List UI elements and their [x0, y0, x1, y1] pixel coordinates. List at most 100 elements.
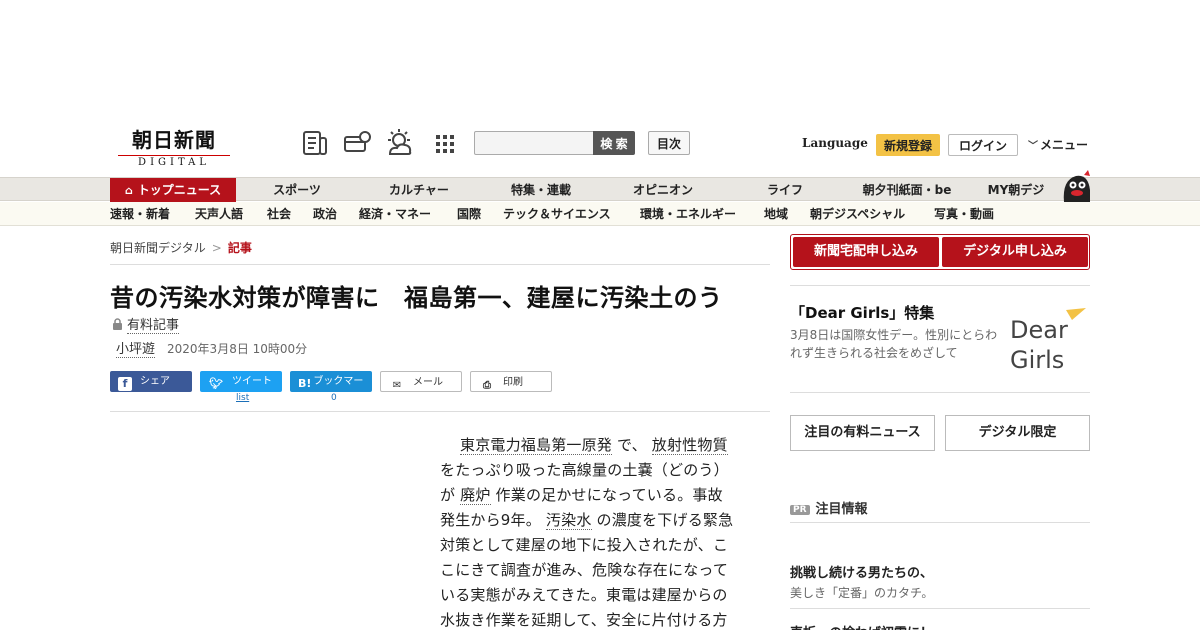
body-line: をたっぷり吸った高線量の土嚢（どのう）: [440, 461, 729, 479]
body-text: の濃度を下げる緊急: [591, 511, 734, 529]
dear-girls-description[interactable]: 3月8日は国際女性デー。性別にとらわれず生きられる社会をめざして: [790, 326, 1002, 362]
breadcrumb: 朝日新聞デジタル > 記事: [110, 239, 252, 256]
body-text: が: [440, 486, 461, 504]
facebook-share-label: シェア: [140, 376, 170, 387]
hatena-count[interactable]: 0: [331, 393, 337, 403]
login-button[interactable]: ログイン: [948, 134, 1018, 156]
site-logo[interactable]: 朝日新聞 DIGITAL: [118, 124, 230, 168]
dear-girls-logo-text: Girls: [1010, 346, 1064, 374]
logo-main: 朝日新聞: [132, 128, 216, 152]
subscribe-paper-button[interactable]: 新聞宅配申し込み: [793, 237, 939, 267]
ticket-icon[interactable]: [342, 128, 372, 158]
publish-date: 2020年3月8日 10時00分: [167, 342, 308, 356]
nav2-item-tech-science[interactable]: テック＆サイエンス: [503, 202, 611, 226]
dear-girls-logo-text: Dear: [1010, 316, 1068, 344]
menu-button[interactable]: ﹀ メニュー: [1028, 136, 1088, 153]
nav2-item-photo-video[interactable]: 写真・動画: [934, 202, 994, 226]
body-line: こにきて調査が進み、危険な存在になって: [440, 561, 729, 579]
link-decommissioning[interactable]: 廃炉: [460, 486, 491, 505]
paid-article-text[interactable]: 有料記事: [127, 318, 180, 334]
link-contaminated-water[interactable]: 汚染水: [545, 511, 592, 530]
pr-badge: PR: [790, 505, 810, 515]
breadcrumb-separator: >: [211, 241, 222, 255]
breadcrumb-current: 記事: [227, 241, 252, 255]
digital-only-button[interactable]: デジタル限定: [945, 415, 1090, 451]
nav-item-top-news[interactable]: ⌂ トップニュース: [110, 178, 236, 202]
nav-item-features[interactable]: 特集・連載: [502, 178, 580, 202]
body-text: 作業の足かせになっている。事故: [490, 486, 723, 504]
divider: [790, 392, 1090, 393]
twitter-share-button[interactable]: 🐦︎ ツイート: [200, 371, 282, 392]
article-title: 昔の汚染水対策が障害に 福島第一、建屋に汚染土のう: [110, 284, 723, 312]
author-link[interactable]: 小坪遊: [116, 342, 156, 358]
link-radioactive-material[interactable]: 放射性物質: [651, 436, 728, 455]
nav-item-sports[interactable]: スポーツ: [262, 178, 332, 202]
nav2-item-society[interactable]: 社会: [267, 202, 291, 226]
lock-icon: [113, 318, 122, 330]
nav2-item-tensei-jingo[interactable]: 天声人語: [195, 202, 243, 226]
body-text: で、: [612, 436, 652, 454]
weather-icon[interactable]: [384, 128, 414, 158]
paid-article-label: 有料記事: [112, 314, 180, 334]
pr-heading-label: 注目情報: [815, 502, 868, 517]
pr-heading: PR 注目情報: [790, 498, 868, 517]
nav-item-culture[interactable]: カルチャー: [380, 178, 458, 202]
body-line: 対策として建屋の地下に投入されたが、こ: [440, 536, 729, 554]
nav-item-opinion[interactable]: オピニオン: [624, 178, 702, 202]
nav2-item-politics[interactable]: 政治: [313, 202, 337, 226]
nav-item-label: トップニュース: [137, 183, 222, 197]
primary-nav: ⌂ トップニュース スポーツ カルチャー 特集・連載 オピニオン ライフ 朝夕刊紙…: [0, 177, 1200, 202]
body-line: 水抜き作業を延期して、安全に片付ける方: [440, 611, 728, 629]
body-text: 発生から9年。: [440, 511, 546, 529]
grid-icon[interactable]: [430, 128, 460, 158]
nav2-item-international[interactable]: 国際: [457, 202, 481, 226]
menu-label: メニュー: [1040, 138, 1089, 152]
nav-item-newspaper[interactable]: 朝夕刊紙面・be: [854, 178, 960, 202]
body-line: いる実態がみえてきた。東電は建屋からの: [440, 586, 728, 604]
nav2-item-special[interactable]: 朝デジスペシャル: [810, 202, 905, 226]
search-input[interactable]: [474, 131, 594, 155]
divider: [790, 522, 1090, 523]
search-button[interactable]: 検 索: [593, 131, 635, 155]
divider: [790, 285, 1090, 286]
nav2-item-breaking[interactable]: 速報・新着: [110, 202, 170, 226]
divider: [110, 411, 770, 412]
language-link[interactable]: Language: [802, 136, 868, 150]
chevron-down-icon: ﹀: [1028, 141, 1038, 152]
mail-share-button[interactable]: ✉ メール: [380, 371, 462, 392]
twitter-share-label: ツイート: [232, 376, 272, 387]
pr-item-next[interactable]: 車折・の捨わば初雷に！: [790, 622, 933, 630]
twitter-count-link[interactable]: list: [236, 393, 249, 403]
dear-girls-title[interactable]: 「Dear Girls」特集: [790, 302, 934, 323]
logo-sub: DIGITAL: [118, 155, 230, 168]
link-fukushima-daiichi[interactable]: 東京電力福島第一原発: [460, 436, 613, 455]
mascot-icon[interactable]: [1058, 170, 1092, 202]
mail-icon: ✉: [392, 380, 402, 391]
mail-share-label: メール: [413, 377, 443, 388]
divider: [790, 608, 1090, 609]
facebook-icon: f: [118, 377, 132, 391]
nav-item-my-asahi[interactable]: MY朝デジ: [982, 178, 1050, 202]
twitter-icon: 🐦︎: [209, 377, 223, 390]
article-body: 東京電力福島第一原発 で、 放射性物質 をたっぷり吸った高線量の土嚢（どのう） …: [440, 433, 746, 630]
newspaper-icon[interactable]: [300, 128, 330, 158]
nav2-item-economy[interactable]: 経済・マネー: [359, 202, 431, 226]
print-button[interactable]: ⎙ 印刷: [470, 371, 552, 392]
paid-news-button[interactable]: 注目の有料ニュース: [790, 415, 935, 451]
dear-girls-logo[interactable]: Dear Girls: [1006, 306, 1090, 376]
secondary-nav: 速報・新着 天声人語 社会 政治 経済・マネー 国際 テック＆サイエンス 環境・…: [0, 202, 1200, 226]
pr-item-title[interactable]: 挑戦し続ける男たちの、: [790, 562, 933, 581]
nav2-item-region[interactable]: 地域: [764, 202, 788, 226]
nav-item-life[interactable]: ライフ: [756, 178, 814, 202]
printer-icon: ⎙: [483, 380, 491, 391]
pr-item-subtitle[interactable]: 美しき「定番」のカタチ。: [790, 584, 933, 601]
toc-button[interactable]: 目次: [648, 131, 690, 155]
facebook-share-button[interactable]: f シェア: [110, 371, 192, 392]
home-icon: ⌂: [124, 184, 133, 197]
subscribe-digital-button[interactable]: デジタル申し込み: [942, 237, 1088, 267]
hatena-bookmark-button[interactable]: B! ブックマーク: [290, 371, 372, 408]
nav2-item-environment[interactable]: 環境・エネルギー: [640, 202, 736, 226]
register-button[interactable]: 新規登録: [876, 134, 940, 156]
site-header: 朝日新聞 DIGITAL 検 索 目次 Language 新規登録 ログイン ﹀…: [0, 118, 1200, 176]
breadcrumb-home[interactable]: 朝日新聞デジタル: [110, 241, 206, 255]
